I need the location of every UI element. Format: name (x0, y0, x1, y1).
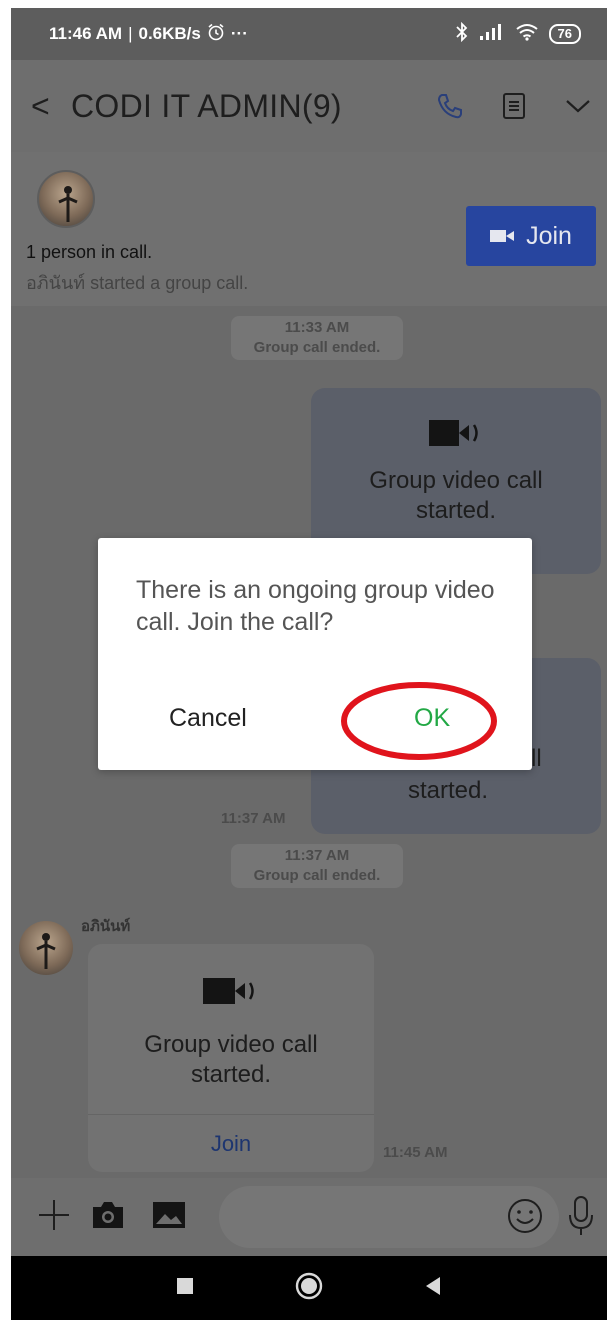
emoji-icon[interactable] (506, 1197, 544, 1240)
home-icon[interactable] (294, 1271, 324, 1306)
ok-button[interactable]: OK (414, 704, 450, 733)
message-bubble-video-call[interactable]: Group video call started. Join (88, 944, 374, 1172)
system-navigation-bar (11, 1256, 607, 1320)
avatar[interactable] (19, 921, 73, 975)
microphone-icon[interactable] (567, 1195, 595, 1242)
recent-apps-icon[interactable] (175, 1276, 195, 1301)
join-call-button[interactable]: Join (466, 206, 596, 266)
video-call-icon (311, 416, 601, 450)
status-right: 76 (455, 21, 581, 47)
join-call-dialog: There is an ongoing group video call. Jo… (98, 538, 532, 770)
dialog-message: There is an ongoing group video call. Jo… (136, 576, 495, 636)
join-link[interactable]: Join (88, 1114, 374, 1172)
status-time: 11:46 AM (49, 24, 123, 43)
system-message-time: 11:33 AM (284, 319, 350, 336)
message-time: 11:37 AM (221, 810, 286, 827)
system-message-text: Group call ended. (253, 339, 381, 356)
phone-screen: 11:46 AM | 0.6KB/s ··· 76 < CODI IT ADMI… (11, 8, 607, 1320)
back-nav-icon[interactable] (423, 1275, 443, 1302)
back-icon[interactable]: < (31, 88, 71, 125)
status-more: ··· (230, 24, 248, 43)
sender-name: อภินันท์ (81, 918, 131, 935)
cancel-button[interactable]: Cancel (169, 704, 247, 733)
chat-header: < CODI IT ADMIN(9) (11, 60, 607, 152)
battery-indicator: 76 (548, 24, 581, 44)
camera-icon[interactable] (91, 1200, 125, 1230)
status-separator: | (128, 24, 133, 43)
message-text: Group video call started. (369, 467, 543, 524)
message-text-partial: started. (408, 777, 489, 804)
message-text: Group video call started. (144, 1031, 318, 1088)
call-participants-text: 1 person in call. (26, 242, 153, 262)
alarm-icon (207, 23, 225, 46)
avatar (37, 170, 95, 228)
bluetooth-icon (455, 21, 469, 47)
gallery-icon[interactable] (151, 1200, 187, 1230)
signal-icon (479, 23, 505, 46)
join-call-label: Join (526, 221, 572, 250)
system-message-text: Group call ended. (253, 867, 381, 884)
message-input-bar (11, 1178, 607, 1256)
status-speed: 0.6KB/s (138, 24, 201, 43)
plus-icon[interactable] (37, 1198, 71, 1232)
message-time: 11:45 AM (383, 1144, 448, 1161)
chat-title[interactable]: CODI IT ADMIN(9) (71, 88, 433, 125)
status-left: 11:46 AM | 0.6KB/s ··· (49, 23, 248, 46)
system-message-time: 11:37 AM (284, 847, 350, 864)
message-text-partial: ll (531, 745, 542, 772)
video-camera-icon (490, 222, 516, 251)
wifi-icon (515, 23, 539, 46)
video-call-icon (88, 974, 374, 1008)
notes-icon[interactable] (497, 89, 531, 123)
system-message-call-ended: 11:37 AM Group call ended. (231, 844, 403, 888)
phone-icon[interactable] (433, 89, 467, 123)
call-started-text: อภินันท์ started a group call. (26, 273, 249, 293)
group-call-banner: 1 person in call. อภินันท์ started a gro… (11, 152, 607, 306)
chevron-down-icon[interactable] (561, 89, 595, 123)
status-bar: 11:46 AM | 0.6KB/s ··· 76 (11, 8, 607, 60)
header-actions (433, 89, 595, 123)
system-message-call-ended: 11:33 AM Group call ended. (231, 316, 403, 360)
